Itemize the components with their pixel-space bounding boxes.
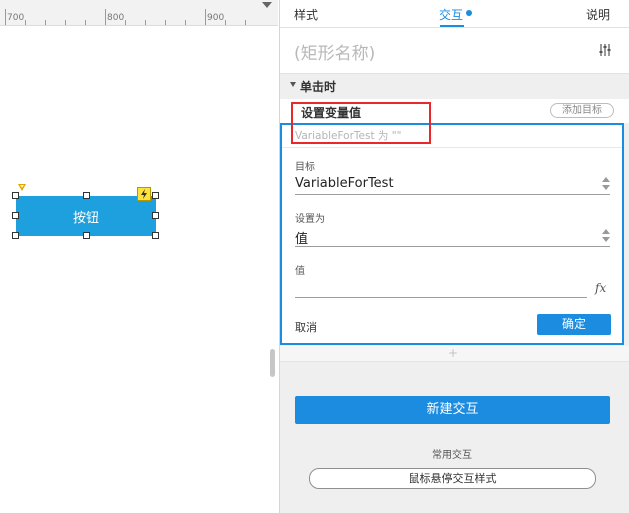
ruler-tick <box>145 20 146 25</box>
resize-handle[interactable] <box>83 232 90 239</box>
action-editor-card: VariableForTest 为 "" 目标 VariableForTest … <box>280 123 624 345</box>
vertical-scrollbar[interactable] <box>270 349 275 377</box>
fx-icon[interactable]: fx <box>595 281 606 295</box>
add-target-button[interactable]: 添加目标 <box>550 103 614 118</box>
add-action-strip[interactable]: + <box>280 346 629 362</box>
canvas[interactable]: 700 800 900 按钮 <box>0 0 278 513</box>
active-tab-underline <box>440 25 464 27</box>
ruler-tick <box>5 9 6 25</box>
ruler-tick <box>165 20 166 25</box>
ruler-tick <box>185 20 186 25</box>
resize-handle[interactable] <box>12 192 19 199</box>
resize-handle[interactable] <box>83 192 90 199</box>
resize-handle[interactable] <box>12 212 19 219</box>
target-select[interactable]: VariableForTest <box>295 176 394 191</box>
cancel-button[interactable]: 取消 <box>295 319 317 335</box>
set-to-underline <box>295 246 610 247</box>
button-widget[interactable]: 按钮 <box>16 196 156 236</box>
ruler-tick <box>205 9 206 25</box>
plus-icon[interactable]: + <box>448 346 458 360</box>
ruler-label: 800 <box>107 13 125 23</box>
inspector-panel: 样式 交互 说明 (矩形名称) 单击时 设置变量值 添加目标 VariableF… <box>279 0 629 513</box>
tab-notes[interactable]: 说明 <box>586 6 610 23</box>
set-to-label: 设置为 <box>295 214 325 225</box>
value-label: 值 <box>295 266 305 277</box>
divider <box>282 147 622 148</box>
ruler-tick <box>125 20 126 25</box>
ok-button[interactable]: 确定 <box>537 314 611 335</box>
ruler-label: 700 <box>7 13 25 23</box>
resize-handle[interactable] <box>152 212 159 219</box>
event-header[interactable]: 单击时 <box>280 75 629 97</box>
ruler-tick <box>25 20 26 25</box>
event-title: 单击时 <box>300 80 337 94</box>
ruler-tick <box>245 20 246 25</box>
highlight-annotation-box <box>291 102 431 144</box>
tab-active-dot-icon <box>466 10 472 16</box>
lightning-icon[interactable] <box>137 187 151 201</box>
resize-handle[interactable] <box>152 192 159 199</box>
horizontal-ruler: 700 800 900 <box>0 0 278 26</box>
widget-marker-icon <box>18 184 26 191</box>
button-widget-label: 按钮 <box>72 210 99 226</box>
common-interactions-label: 常用交互 <box>432 450 472 461</box>
ruler-tick <box>225 20 226 25</box>
target-underline <box>295 194 610 195</box>
tab-style[interactable]: 样式 <box>294 6 318 23</box>
shape-name-input[interactable]: (矩形名称) <box>294 39 375 64</box>
chevron-down-icon[interactable] <box>290 82 296 87</box>
ruler-tick <box>65 20 66 25</box>
ruler-label: 900 <box>207 13 225 23</box>
ruler-tick <box>45 20 46 25</box>
set-to-select[interactable]: 值 <box>295 228 308 247</box>
target-label: 目标 <box>295 162 315 173</box>
resize-handle[interactable] <box>152 232 159 239</box>
new-interaction-button[interactable]: 新建交互 <box>295 396 610 424</box>
hover-style-button[interactable]: 鼠标悬停交互样式 <box>309 468 596 489</box>
shape-name-row: (矩形名称) <box>280 28 629 74</box>
spinner-icon[interactable] <box>602 177 610 191</box>
settings-sliders-icon[interactable] <box>598 43 612 57</box>
resize-handle[interactable] <box>12 232 19 239</box>
value-underline <box>295 297 587 298</box>
ruler-scroll-arrow-icon[interactable] <box>262 2 272 8</box>
ruler-tick <box>85 20 86 25</box>
ruler-tick <box>105 9 106 25</box>
panel-tabs: 样式 交互 说明 <box>280 0 629 28</box>
spinner-icon[interactable] <box>602 229 610 243</box>
tab-interactions[interactable]: 交互 <box>439 6 463 23</box>
